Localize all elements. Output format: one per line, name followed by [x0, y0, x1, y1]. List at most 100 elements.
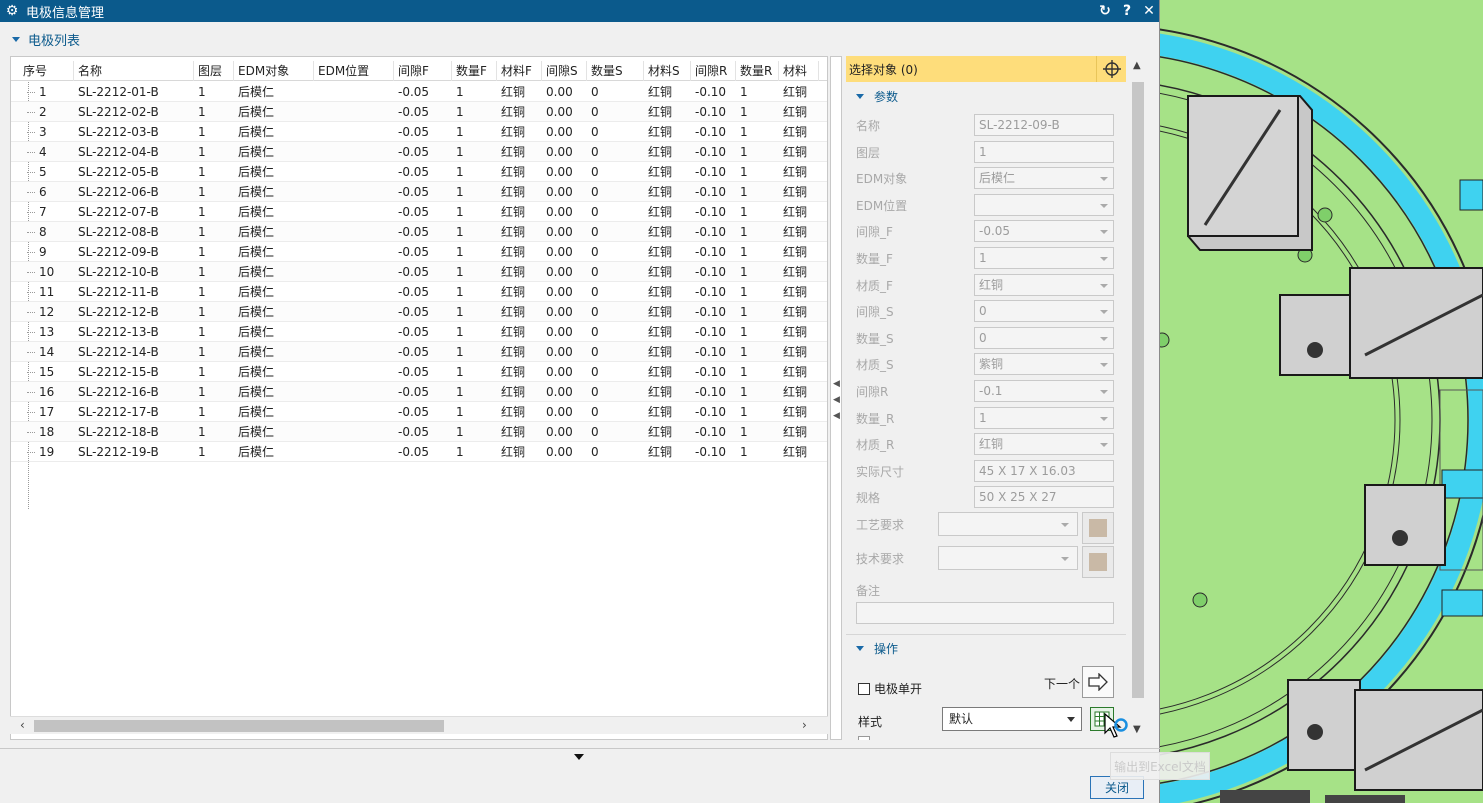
panel-splitter[interactable]: ◀ ◀ ◀	[830, 56, 842, 740]
checkbox-box[interactable]	[858, 682, 870, 695]
table-row[interactable]: 2 SL-2212-02-B 1 后模仁 -0.05 1 红铜 0.00 0 红铜 -0.10 1 红铜	[11, 102, 827, 122]
scroll-up-icon[interactable]: ▲	[1133, 60, 1141, 71]
table-cell	[314, 382, 394, 401]
column-header[interactable]: 材料F	[497, 61, 542, 81]
style-select[interactable]: 默认	[942, 707, 1082, 731]
tech-req-dropdown[interactable]	[938, 546, 1078, 570]
column-header[interactable]: 间隙R	[691, 61, 736, 81]
collapse-left-icon[interactable]: ◀	[833, 395, 840, 405]
electrode-list-table[interactable]: 序号 名称 图层 EDM对象 EDM位置 间隙F 数量F 材料F 间隙S 数量S 材料S 间隙R 数量R…	[10, 56, 828, 740]
column-header[interactable]: 数量R	[736, 61, 779, 81]
reset-icon[interactable]: ↻	[1095, 1, 1115, 21]
panel-vertical-scrollbar[interactable]: ▲ ▼	[1130, 56, 1146, 740]
table-row[interactable]: 10 SL-2212-10-B 1 后模仁 -0.05 1 红铜 0.00 0 红铜 -0.10 1 红…	[11, 262, 827, 282]
table-row[interactable]: 15 SL-2212-15-B 1 后模仁 -0.05 1 红铜 0.00 0 红铜 -0.10 1 红…	[11, 362, 827, 382]
style-label: 样式	[858, 715, 883, 729]
table-cell: 红铜	[501, 185, 526, 199]
param-input-spec[interactable]: 50 X 25 X 27	[974, 486, 1114, 509]
scroll-right-icon[interactable]: ›	[802, 718, 807, 732]
param-input-num_s[interactable]: 0	[974, 326, 1114, 349]
scrollbar-thumb[interactable]	[34, 720, 444, 732]
single-electrode-checkbox[interactable]: 电极单开	[858, 680, 922, 697]
column-header[interactable]: EDM位置	[314, 61, 394, 81]
table-cell	[314, 302, 394, 321]
table-row[interactable]: 16 SL-2212-16-B 1 后模仁 -0.05 1 红铜 0.00 0 红铜 -0.10 1 红…	[11, 382, 827, 402]
partial-checkbox-row[interactable]	[858, 736, 874, 740]
collapse-left-icon[interactable]: ◀	[833, 411, 840, 421]
scroll-down-icon[interactable]: ▼	[1133, 724, 1141, 735]
gear-icon[interactable]: ⚙	[4, 3, 20, 19]
checkbox-box[interactable]	[858, 736, 870, 740]
table-row[interactable]: 8 SL-2212-08-B 1 后模仁 -0.05 1 红铜 0.00 0 红铜 -0.10 1 红铜	[11, 222, 827, 242]
table-cell: 红铜	[501, 225, 526, 239]
collapse-left-icon[interactable]: ◀	[833, 379, 840, 389]
scrollbar-thumb[interactable]	[1132, 82, 1144, 698]
table-row[interactable]: 11 SL-2212-11-B 1 后模仁 -0.05 1 红铜 0.00 0 红铜 -0.10 1 红…	[11, 282, 827, 302]
column-header[interactable]: EDM对象	[234, 61, 314, 81]
column-header[interactable]: 间隙S	[542, 61, 587, 81]
param-input-gap_r[interactable]: -0.1	[974, 380, 1114, 402]
param-input-mat_s[interactable]: 紫铜	[974, 353, 1114, 376]
divider	[0, 748, 1160, 749]
table-cell: -0.10	[695, 225, 727, 239]
horizontal-scrollbar[interactable]: ‹ ›	[10, 716, 828, 734]
expand-down-icon[interactable]	[574, 754, 584, 760]
column-header[interactable]: 材料S	[644, 61, 691, 81]
table-cell: 红铜	[783, 85, 808, 99]
tech-req-image-button[interactable]	[1082, 546, 1114, 578]
param-input-edm_obj[interactable]: 后模仁	[974, 167, 1114, 190]
param-input-gap_f[interactable]: -0.05	[974, 220, 1114, 243]
next-button[interactable]	[1082, 666, 1114, 698]
scroll-left-icon[interactable]: ‹	[20, 718, 25, 732]
table-cell: 1	[456, 165, 464, 179]
param-input-name[interactable]: SL-2212-09-B	[974, 114, 1114, 136]
help-icon[interactable]: ?	[1117, 1, 1137, 21]
table-cell: -0.10	[695, 265, 727, 279]
column-header[interactable]: 材料	[779, 61, 819, 81]
table-cell: 后模仁	[238, 205, 275, 219]
ops-section-header[interactable]: 操作	[852, 640, 898, 657]
column-header[interactable]: 图层	[194, 61, 234, 81]
table-cell: 红铜	[783, 325, 808, 339]
table-cell: 红铜	[783, 385, 808, 399]
table-row[interactable]: 13 SL-2212-13-B 1 后模仁 -0.05 1 红铜 0.00 0 红铜 -0.10 1 红…	[11, 322, 827, 342]
table-row[interactable]: 5 SL-2212-05-B 1 后模仁 -0.05 1 红铜 0.00 0 红铜 -0.10 1 红铜	[11, 162, 827, 182]
process-req-dropdown[interactable]	[938, 512, 1078, 536]
param-input-mat_r[interactable]: 红铜	[974, 433, 1114, 456]
process-req-image-button[interactable]	[1082, 512, 1114, 544]
remark-input[interactable]	[856, 602, 1114, 624]
param-input-num_f[interactable]: 1	[974, 247, 1114, 269]
table-row[interactable]: 12 SL-2212-12-B 1 后模仁 -0.05 1 红铜 0.00 0 红铜 -0.10 1 红…	[11, 302, 827, 322]
param-input-gap_s[interactable]: 0	[974, 300, 1114, 323]
table-row[interactable]: 14 SL-2212-14-B 1 后模仁 -0.05 1 红铜 0.00 0 红铜 -0.10 1 红…	[11, 342, 827, 362]
select-object-bar[interactable]: 选择对象 (0)	[846, 56, 1126, 82]
param-input-num_r[interactable]: 1	[974, 406, 1114, 429]
table-row[interactable]: 19 SL-2212-19-B 1 后模仁 -0.05 1 红铜 0.00 0 红铜 -0.10 1 红…	[11, 442, 827, 462]
table-row[interactable]: 1 SL-2212-01-B 1 后模仁 -0.05 1 红铜 0.00 0 红铜 -0.10 1 红铜	[11, 82, 827, 102]
table-row[interactable]: 4 SL-2212-04-B 1 后模仁 -0.05 1 红铜 0.00 0 红铜 -0.10 1 红铜	[11, 142, 827, 162]
column-header[interactable]: 间隙F	[394, 61, 452, 81]
close-icon[interactable]: ✕	[1139, 1, 1159, 21]
table-row[interactable]: 6 SL-2212-06-B 1 后模仁 -0.05 1 红铜 0.00 0 红铜 -0.10 1 红铜	[11, 182, 827, 202]
table-cell: 红铜	[501, 245, 526, 259]
electrode-list-section-header[interactable]: 电极列表	[0, 28, 80, 50]
table-cell: -0.05	[398, 165, 430, 179]
params-section-header[interactable]: 参数	[852, 88, 898, 105]
column-header[interactable]: 名称	[74, 61, 194, 81]
row-index: 16	[39, 385, 55, 399]
column-header[interactable]: 数量S	[587, 61, 644, 81]
param-input-actual_size[interactable]: 45 X 17 X 16.03	[974, 459, 1114, 482]
column-header[interactable]: 序号	[11, 61, 74, 81]
table-row[interactable]: 3 SL-2212-03-B 1 后模仁 -0.05 1 红铜 0.00 0 红铜 -0.10 1 红铜	[11, 122, 827, 142]
param-input-edm_pos[interactable]	[974, 193, 1114, 216]
table-row[interactable]: 9 SL-2212-09-B 1 后模仁 -0.05 1 红铜 0.00 0 红铜 -0.10 1 红铜	[11, 242, 827, 262]
table-row[interactable]: 17 SL-2212-17-B 1 后模仁 -0.05 1 红铜 0.00 0 红铜 -0.10 1 红…	[11, 402, 827, 422]
param-input-mat_f[interactable]: 红铜	[974, 273, 1114, 296]
cad-viewport[interactable]	[1160, 0, 1483, 803]
table-row[interactable]: 18 SL-2212-18-B 1 后模仁 -0.05 1 红铜 0.00 0 红铜 -0.10 1 红…	[11, 422, 827, 442]
param-input-layer[interactable]: 1	[974, 140, 1114, 163]
crosshair-icon[interactable]	[1096, 56, 1126, 82]
column-header[interactable]: 数量F	[452, 61, 497, 81]
row-index-cell: 13	[11, 322, 74, 341]
table-row[interactable]: 7 SL-2212-07-B 1 后模仁 -0.05 1 红铜 0.00 0 红铜 -0.10 1 红铜	[11, 202, 827, 222]
